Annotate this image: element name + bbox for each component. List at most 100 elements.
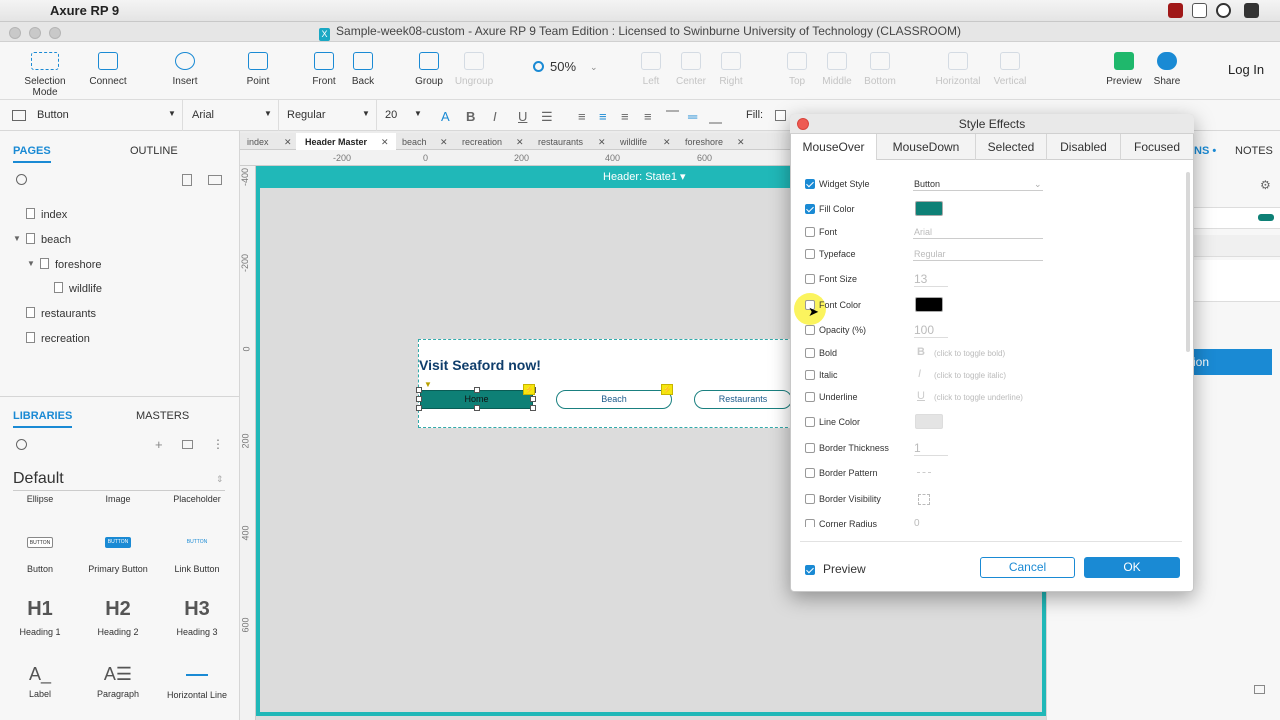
settings-sliders-icon[interactable]: ⚙ [1260, 178, 1271, 192]
text-color-icon[interactable]: A [441, 109, 450, 124]
widget-style-checkbox[interactable] [805, 179, 815, 189]
align-text-left-icon[interactable]: ≡ [578, 109, 586, 124]
tray-icon-s[interactable] [1244, 3, 1259, 18]
ok-button[interactable]: OK [1084, 557, 1180, 578]
cancel-button[interactable]: Cancel [980, 557, 1075, 578]
tray-icon-red[interactable] [1168, 3, 1183, 18]
font-size-select[interactable]: 20 [385, 109, 397, 121]
tab-pages[interactable]: PAGES [13, 145, 51, 163]
resize-handle[interactable] [530, 396, 536, 402]
library-item-heading-2[interactable]: H2 Heading 2 [78, 598, 158, 637]
align-text-right-icon[interactable]: ≡ [621, 109, 629, 124]
resize-handle[interactable] [474, 387, 480, 393]
app-menu-name[interactable]: Axure RP 9 [50, 3, 119, 18]
opacity-input[interactable]: 100 [914, 323, 948, 338]
align-right-button[interactable]: Right [716, 52, 746, 87]
tray-icon-creative-cloud[interactable] [1216, 3, 1231, 18]
justify-text-icon[interactable]: ≡ [644, 109, 652, 124]
tab-focused[interactable]: Focused [1121, 134, 1193, 160]
bold-checkbox[interactable] [805, 348, 815, 358]
library-item-placeholder[interactable]: Placeholder [157, 494, 237, 504]
underline-row[interactable]: Underline [805, 392, 858, 402]
interaction-row[interactable] [1194, 260, 1280, 302]
font-row[interactable]: Font [805, 227, 837, 237]
align-text-center-icon[interactable]: ≡ [599, 109, 607, 124]
library-item-ellipse[interactable]: Ellipse [0, 494, 80, 504]
tab-notes[interactable]: NOTES [1235, 145, 1273, 157]
library-item-horizontal-line[interactable]: Horizontal Line [157, 664, 237, 700]
preview-button[interactable]: Preview [1106, 52, 1142, 87]
doc-tab-recreation[interactable]: recreation [462, 137, 502, 147]
border-thickness-input[interactable]: 1 [914, 441, 948, 456]
header-widget-area[interactable] [418, 339, 798, 428]
align-center-button[interactable]: Center [674, 52, 708, 87]
resize-handle[interactable] [474, 405, 480, 411]
collapse-panel-icon[interactable] [1254, 685, 1265, 694]
preview-checkbox[interactable] [805, 565, 815, 575]
doc-tab-wildlife[interactable]: wildlife [620, 137, 647, 147]
page-item-recreation[interactable]: recreation [26, 332, 90, 345]
font-family-select[interactable]: Arial [192, 109, 214, 121]
resize-handle[interactable] [416, 396, 422, 402]
underline-icon[interactable]: U [917, 390, 925, 402]
library-options-icon[interactable] [182, 440, 193, 449]
italic-icon[interactable]: I [493, 109, 497, 124]
close-icon[interactable]: ✕ [598, 137, 606, 148]
search-icon[interactable] [16, 439, 27, 450]
page-item-foreshore[interactable]: foreshore [40, 258, 101, 271]
chevron-down-icon[interactable]: ▼ [264, 109, 272, 118]
italic-checkbox[interactable] [805, 370, 815, 380]
chevron-updown-icon[interactable]: ⇕ [216, 474, 224, 485]
point-button[interactable]: Point [240, 52, 276, 87]
distribute-vertical-button[interactable]: Vertical [990, 52, 1030, 87]
insert-button[interactable]: Insert [165, 52, 205, 87]
corner-radius-input[interactable]: 0 [914, 518, 920, 527]
tab-libraries[interactable]: LIBRARIES [13, 410, 73, 428]
library-select[interactable]: Default [13, 470, 64, 488]
selection-mode-button[interactable]: Selection Mode [12, 52, 78, 98]
bullet-list-icon[interactable]: ☰ [541, 109, 553, 125]
ungroup-button[interactable]: Ungroup [454, 52, 494, 87]
expand-arrow-icon[interactable]: ▼ [13, 234, 21, 243]
doc-tab-restaurants[interactable]: restaurants [538, 137, 583, 147]
align-middle-button[interactable]: Middle [820, 52, 854, 87]
more-icon[interactable]: ⋮ [212, 437, 224, 451]
chevron-down-icon[interactable]: ▼ [168, 109, 176, 118]
group-button[interactable]: Group [412, 52, 446, 87]
library-item-heading-3[interactable]: H3 Heading 3 [157, 598, 237, 637]
italic-icon[interactable]: I [918, 368, 921, 380]
line-color-swatch[interactable] [915, 414, 943, 429]
page-item-beach[interactable]: beach [26, 233, 71, 246]
library-item-heading-1[interactable]: H1 Heading 1 [0, 598, 80, 637]
fill-color-swatch[interactable] [915, 201, 943, 216]
italic-row[interactable]: Italic [805, 370, 838, 380]
tab-selected[interactable]: Selected [976, 134, 1047, 160]
doc-tab-index[interactable]: index [247, 137, 269, 147]
share-button[interactable]: Share [1150, 52, 1184, 87]
typeface-checkbox[interactable] [805, 249, 815, 259]
library-item-link-button[interactable]: BUTTON Link Button [157, 537, 237, 574]
library-item-primary-button[interactable]: BUTTON Primary Button [78, 537, 158, 574]
border-visibility-icon[interactable] [918, 494, 930, 505]
widget-style-select[interactable]: Button [37, 109, 69, 121]
page-item-index[interactable]: index [26, 208, 67, 221]
library-item-button[interactable]: BUTTON Button [0, 537, 80, 574]
font-color-swatch[interactable] [915, 297, 943, 312]
search-icon[interactable] [16, 174, 27, 185]
chevron-down-icon[interactable]: ▼ [414, 109, 422, 118]
line-color-checkbox[interactable] [805, 417, 815, 427]
doc-tab-beach[interactable]: beach [402, 137, 427, 147]
opacity-row[interactable]: Opacity (%) [805, 325, 866, 335]
close-icon[interactable]: ✕ [381, 137, 389, 148]
underline-checkbox[interactable] [805, 392, 815, 402]
align-left-button[interactable]: Left [636, 52, 666, 87]
restaurants-button[interactable]: Restaurants [694, 390, 792, 409]
page-item-wildlife[interactable]: wildlife [54, 282, 102, 295]
add-folder-icon[interactable] [208, 175, 222, 185]
align-bottom-button[interactable]: Bottom [862, 52, 898, 87]
close-icon[interactable]: ✕ [516, 137, 524, 148]
corner-radius-checkbox[interactable] [805, 519, 815, 527]
library-item-image[interactable]: Image [78, 494, 158, 504]
doc-tab-foreshore[interactable]: foreshore [685, 137, 723, 147]
font-checkbox[interactable] [805, 227, 815, 237]
